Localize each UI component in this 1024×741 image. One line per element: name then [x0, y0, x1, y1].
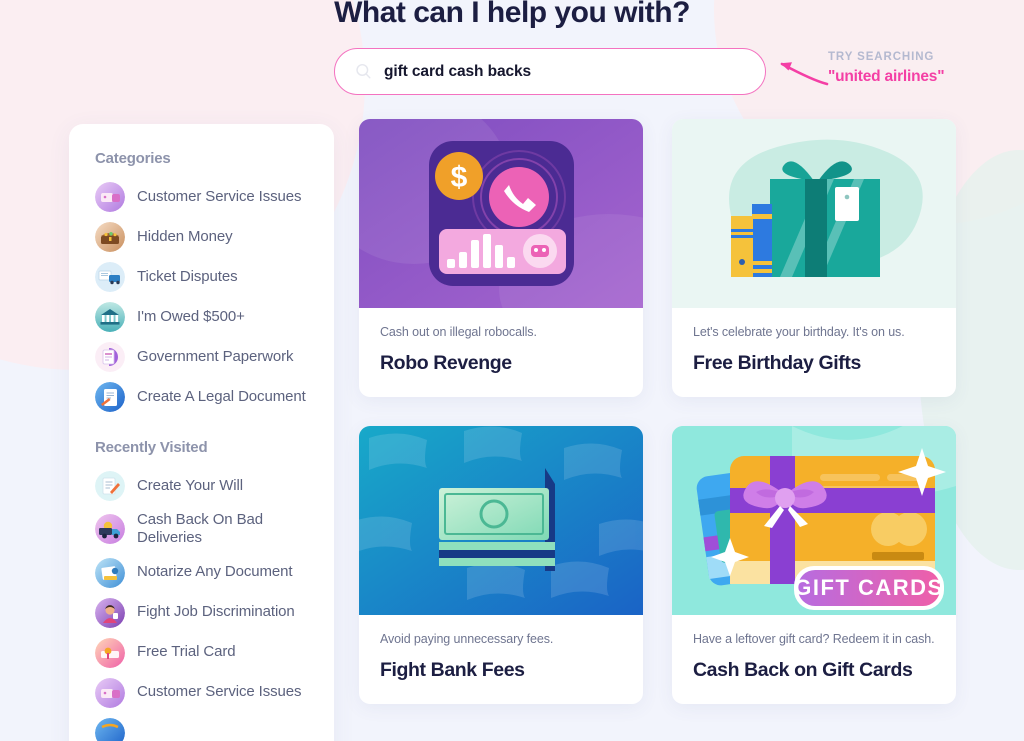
gift-cards-art: GIFT CARDS — [672, 426, 956, 615]
cash-stack-art — [359, 426, 643, 615]
legal-document-icon — [95, 382, 125, 412]
sidebar-item-label: Government Paperwork — [137, 347, 294, 365]
sidebar: Categories Customer Service Issues Hidde… — [69, 124, 334, 741]
free-trial-card-icon — [95, 637, 125, 668]
sidebar-item-label: Fight Job Discrimination — [137, 603, 295, 621]
search-icon — [356, 63, 371, 79]
service-cards-grid: $ Cash out on illegal robocalls. Robo Re… — [359, 119, 956, 704]
card-free-birthday-gifts[interactable]: Let's celebrate your birthday. It's on u… — [672, 119, 956, 397]
delivery-truck-icon — [95, 514, 125, 545]
clipboard-icon — [95, 342, 125, 372]
sidebar-item-fight-job-discrimination[interactable]: Fight Job Discrimination — [69, 593, 334, 633]
page-title: What can I help you with? — [334, 0, 690, 29]
sidebar-item-label: Customer Service Issues — [137, 187, 302, 205]
sidebar-item-label: Ticket Disputes — [137, 267, 238, 285]
search-input[interactable] — [384, 62, 745, 81]
card-title: Free Birthday Gifts — [693, 352, 861, 374]
notary-stamp-icon — [95, 557, 125, 588]
sidebar-item-label: I'm Owed $500+ — [137, 307, 245, 325]
sidebar-item-im-owed-500[interactable]: I'm Owed $500+ — [69, 297, 334, 337]
sidebar-item-hidden-money[interactable]: Hidden Money — [69, 217, 334, 257]
card-cash-back-on-gift-cards[interactable]: GIFT CARDS Have a leftover gift card? Re… — [672, 426, 956, 704]
sidebar-item-label: Cash Back On Bad Deliveries — [137, 511, 263, 547]
treasure-chest-icon — [95, 222, 125, 252]
sidebar-item-customer-service-issues-recent[interactable]: Customer Service Issues — [69, 673, 334, 713]
sidebar-item-partial[interactable] — [69, 713, 334, 741]
page-root: What can I help you with? TRY SEARCHING … — [0, 0, 1024, 741]
sidebar-item-ticket-disputes[interactable]: Ticket Disputes — [69, 257, 334, 297]
sidebar-item-label: Free Trial Card — [137, 643, 236, 661]
sidebar-item-label: Create Your Will — [137, 476, 243, 494]
curved-arrow-left-icon — [780, 62, 829, 86]
card-title: Fight Bank Fees — [380, 659, 525, 681]
sidebar-item-create-your-will[interactable]: Create Your Will — [69, 466, 334, 506]
try-searching-hint: TRY SEARCHING "united airlines" — [828, 49, 945, 88]
sidebar-item-free-trial-card[interactable]: Free Trial Card — [69, 633, 334, 673]
search-box[interactable] — [334, 48, 766, 95]
card-subtitle: Let's celebrate your birthday. It's on u… — [693, 325, 905, 339]
will-document-icon — [95, 471, 125, 501]
sidebar-item-customer-service-issues[interactable]: Customer Service Issues — [69, 177, 334, 217]
sidebar-item-notarize-any-document[interactable]: Notarize Any Document — [69, 553, 334, 593]
partial-blue-icon — [95, 717, 125, 741]
sidebar-item-create-a-legal-document[interactable]: Create A Legal Document — [69, 377, 334, 417]
sidebar-recent-title: Recently Visited — [95, 439, 208, 456]
sidebar-item-label: Notarize Any Document — [137, 563, 293, 581]
card-robo-revenge[interactable]: $ Cash out on illegal robocalls. Robo Re… — [359, 119, 643, 397]
hint-term[interactable]: "united airlines" — [828, 66, 945, 88]
parking-ticket-icon — [95, 262, 125, 292]
card-subtitle: Cash out on illegal robocalls. — [380, 325, 537, 339]
card-title: Cash Back on Gift Cards — [693, 659, 913, 681]
card-title: Robo Revenge — [380, 352, 512, 374]
svg-text:GIFT CARDS: GIFT CARDS — [794, 575, 943, 600]
sidebar-item-label: Create A Legal Document — [137, 387, 306, 405]
person-icon — [95, 597, 125, 628]
svg-text:$: $ — [451, 161, 468, 194]
courthouse-icon — [95, 302, 125, 332]
sidebar-categories-title: Categories — [95, 150, 171, 167]
customer-service-icon — [95, 182, 125, 212]
card-subtitle: Have a leftover gift card? Redeem it in … — [693, 632, 935, 646]
sidebar-item-label: Hidden Money — [137, 227, 233, 245]
search-bar[interactable] — [334, 48, 766, 95]
card-fight-bank-fees[interactable]: Avoid paying unnecessary fees. Fight Ban… — [359, 426, 643, 704]
gift-box-books-art — [672, 119, 956, 308]
robocall-phone-art: $ — [359, 119, 643, 308]
card-subtitle: Avoid paying unnecessary fees. — [380, 632, 554, 646]
hint-label: TRY SEARCHING — [828, 51, 935, 63]
sidebar-item-government-paperwork[interactable]: Government Paperwork — [69, 337, 334, 377]
sidebar-item-cash-back-on-bad-deliveries[interactable]: Cash Back On Bad Deliveries — [69, 506, 334, 553]
customer-service-icon — [95, 677, 125, 708]
sidebar-item-label: Customer Service Issues — [137, 683, 302, 701]
